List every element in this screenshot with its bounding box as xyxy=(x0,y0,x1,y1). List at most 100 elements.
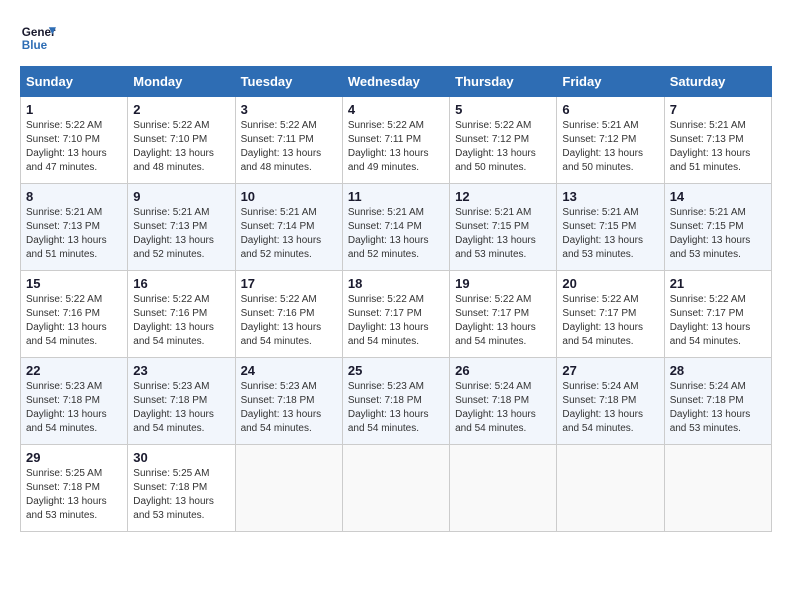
logo: General Blue xyxy=(20,20,56,56)
day-number: 18 xyxy=(348,276,444,291)
svg-text:Blue: Blue xyxy=(22,39,48,52)
day-number: 23 xyxy=(133,363,229,378)
page-header: General Blue xyxy=(20,20,772,56)
calendar-cell: 14 Sunrise: 5:21 AM Sunset: 7:15 PM Dayli… xyxy=(664,184,771,271)
day-number: 3 xyxy=(241,102,337,117)
day-number: 6 xyxy=(562,102,658,117)
day-info: Sunrise: 5:22 AM Sunset: 7:11 PM Dayligh… xyxy=(241,119,337,175)
day-info: Sunrise: 5:23 AM Sunset: 7:18 PM Dayligh… xyxy=(241,380,337,436)
calendar-cell: 11 Sunrise: 5:21 AM Sunset: 7:14 PM Dayli… xyxy=(342,184,449,271)
day-number: 5 xyxy=(455,102,551,117)
day-info: Sunrise: 5:22 AM Sunset: 7:16 PM Dayligh… xyxy=(133,293,229,349)
calendar-cell: 15 Sunrise: 5:22 AM Sunset: 7:16 PM Dayli… xyxy=(21,271,128,358)
weekday-header-wednesday: Wednesday xyxy=(342,67,449,97)
day-number: 21 xyxy=(670,276,766,291)
calendar-cell: 5 Sunrise: 5:22 AM Sunset: 7:12 PM Daylig… xyxy=(450,97,557,184)
calendar-cell: 18 Sunrise: 5:22 AM Sunset: 7:17 PM Dayli… xyxy=(342,271,449,358)
day-number: 1 xyxy=(26,102,122,117)
day-info: Sunrise: 5:21 AM Sunset: 7:12 PM Dayligh… xyxy=(562,119,658,175)
day-number: 16 xyxy=(133,276,229,291)
day-info: Sunrise: 5:21 AM Sunset: 7:15 PM Dayligh… xyxy=(455,206,551,262)
calendar-cell: 25Sunrise: 5:23 AM Sunset: 7:18 PM Dayli… xyxy=(342,358,449,445)
day-info: Sunrise: 5:21 AM Sunset: 7:13 PM Dayligh… xyxy=(670,119,766,175)
week-row-3: 15 Sunrise: 5:22 AM Sunset: 7:16 PM Dayli… xyxy=(21,271,772,358)
day-info: Sunrise: 5:22 AM Sunset: 7:10 PM Dayligh… xyxy=(26,119,122,175)
calendar-cell: 10Sunrise: 5:21 AM Sunset: 7:14 PM Dayli… xyxy=(235,184,342,271)
day-number: 26 xyxy=(455,363,551,378)
weekday-header-row: SundayMondayTuesdayWednesdayThursdayFrid… xyxy=(21,67,772,97)
calendar-cell: 13 Sunrise: 5:21 AM Sunset: 7:15 PM Dayli… xyxy=(557,184,664,271)
calendar-cell: 3 Sunrise: 5:22 AM Sunset: 7:11 PM Daylig… xyxy=(235,97,342,184)
day-info: Sunrise: 5:22 AM Sunset: 7:10 PM Dayligh… xyxy=(133,119,229,175)
logo-icon: General Blue xyxy=(20,20,56,56)
day-info: Sunrise: 5:24 AM Sunset: 7:18 PM Dayligh… xyxy=(455,380,551,436)
day-info: Sunrise: 5:24 AM Sunset: 7:18 PM Dayligh… xyxy=(562,380,658,436)
day-number: 20 xyxy=(562,276,658,291)
day-number: 9 xyxy=(133,189,229,204)
day-info: Sunrise: 5:22 AM Sunset: 7:17 PM Dayligh… xyxy=(455,293,551,349)
day-info: Sunrise: 5:24 AM Sunset: 7:18 PM Dayligh… xyxy=(670,380,766,436)
calendar-cell: 7 Sunrise: 5:21 AM Sunset: 7:13 PM Daylig… xyxy=(664,97,771,184)
day-info: Sunrise: 5:25 AM Sunset: 7:18 PM Dayligh… xyxy=(26,467,122,523)
calendar-cell: 4Sunrise: 5:22 AM Sunset: 7:11 PM Daylig… xyxy=(342,97,449,184)
day-info: Sunrise: 5:22 AM Sunset: 7:17 PM Dayligh… xyxy=(348,293,444,349)
calendar-table: SundayMondayTuesdayWednesdayThursdayFrid… xyxy=(20,66,772,532)
day-info: Sunrise: 5:21 AM Sunset: 7:14 PM Dayligh… xyxy=(348,206,444,262)
day-number: 24 xyxy=(241,363,337,378)
calendar-cell: 17Sunrise: 5:22 AM Sunset: 7:16 PM Dayli… xyxy=(235,271,342,358)
weekday-header-tuesday: Tuesday xyxy=(235,67,342,97)
day-number: 10 xyxy=(241,189,337,204)
day-info: Sunrise: 5:22 AM Sunset: 7:17 PM Dayligh… xyxy=(562,293,658,349)
day-info: Sunrise: 5:21 AM Sunset: 7:13 PM Dayligh… xyxy=(133,206,229,262)
day-number: 30 xyxy=(133,450,229,465)
day-info: Sunrise: 5:21 AM Sunset: 7:15 PM Dayligh… xyxy=(670,206,766,262)
day-number: 19 xyxy=(455,276,551,291)
day-info: Sunrise: 5:22 AM Sunset: 7:17 PM Dayligh… xyxy=(670,293,766,349)
weekday-header-sunday: Sunday xyxy=(21,67,128,97)
calendar-cell: 21 Sunrise: 5:22 AM Sunset: 7:17 PM Dayli… xyxy=(664,271,771,358)
day-number: 27 xyxy=(562,363,658,378)
day-number: 13 xyxy=(562,189,658,204)
day-number: 12 xyxy=(455,189,551,204)
week-row-4: 22 Sunrise: 5:23 AM Sunset: 7:18 PM Dayli… xyxy=(21,358,772,445)
calendar-cell: 1 Sunrise: 5:22 AM Sunset: 7:10 PM Daylig… xyxy=(21,97,128,184)
weekday-header-thursday: Thursday xyxy=(450,67,557,97)
day-info: Sunrise: 5:22 AM Sunset: 7:11 PM Dayligh… xyxy=(348,119,444,175)
calendar-cell: 20 Sunrise: 5:22 AM Sunset: 7:17 PM Dayli… xyxy=(557,271,664,358)
day-number: 25 xyxy=(348,363,444,378)
calendar-cell: 12 Sunrise: 5:21 AM Sunset: 7:15 PM Dayli… xyxy=(450,184,557,271)
day-info: Sunrise: 5:21 AM Sunset: 7:13 PM Dayligh… xyxy=(26,206,122,262)
calendar-cell: 26 Sunrise: 5:24 AM Sunset: 7:18 PM Dayli… xyxy=(450,358,557,445)
day-number: 2 xyxy=(133,102,229,117)
day-number: 8 xyxy=(26,189,122,204)
day-number: 29 xyxy=(26,450,122,465)
day-number: 22 xyxy=(26,363,122,378)
weekday-header-monday: Monday xyxy=(128,67,235,97)
calendar-cell: 16 Sunrise: 5:22 AM Sunset: 7:16 PM Dayli… xyxy=(128,271,235,358)
calendar-cell: 29 Sunrise: 5:25 AM Sunset: 7:18 PM Dayli… xyxy=(21,445,128,532)
day-info: Sunrise: 5:21 AM Sunset: 7:15 PM Dayligh… xyxy=(562,206,658,262)
day-number: 11 xyxy=(348,189,444,204)
calendar-cell: 2 Sunrise: 5:22 AM Sunset: 7:10 PM Daylig… xyxy=(128,97,235,184)
calendar-cell: 28 Sunrise: 5:24 AM Sunset: 7:18 PM Dayli… xyxy=(664,358,771,445)
day-info: Sunrise: 5:22 AM Sunset: 7:16 PM Dayligh… xyxy=(26,293,122,349)
week-row-1: 1 Sunrise: 5:22 AM Sunset: 7:10 PM Daylig… xyxy=(21,97,772,184)
calendar-cell: 6 Sunrise: 5:21 AM Sunset: 7:12 PM Daylig… xyxy=(557,97,664,184)
day-info: Sunrise: 5:22 AM Sunset: 7:12 PM Dayligh… xyxy=(455,119,551,175)
weekday-header-friday: Friday xyxy=(557,67,664,97)
calendar-cell: 23Sunrise: 5:23 AM Sunset: 7:18 PM Dayli… xyxy=(128,358,235,445)
calendar-cell xyxy=(235,445,342,532)
day-number: 15 xyxy=(26,276,122,291)
day-info: Sunrise: 5:25 AM Sunset: 7:18 PM Dayligh… xyxy=(133,467,229,523)
day-number: 28 xyxy=(670,363,766,378)
day-number: 14 xyxy=(670,189,766,204)
calendar-cell xyxy=(342,445,449,532)
day-info: Sunrise: 5:23 AM Sunset: 7:18 PM Dayligh… xyxy=(26,380,122,436)
day-number: 7 xyxy=(670,102,766,117)
calendar-cell: 24 Sunrise: 5:23 AM Sunset: 7:18 PM Dayli… xyxy=(235,358,342,445)
calendar-cell xyxy=(664,445,771,532)
calendar-cell: 9 Sunrise: 5:21 AM Sunset: 7:13 PM Daylig… xyxy=(128,184,235,271)
week-row-2: 8 Sunrise: 5:21 AM Sunset: 7:13 PM Daylig… xyxy=(21,184,772,271)
calendar-cell: 19 Sunrise: 5:22 AM Sunset: 7:17 PM Dayli… xyxy=(450,271,557,358)
calendar-cell: 8 Sunrise: 5:21 AM Sunset: 7:13 PM Daylig… xyxy=(21,184,128,271)
